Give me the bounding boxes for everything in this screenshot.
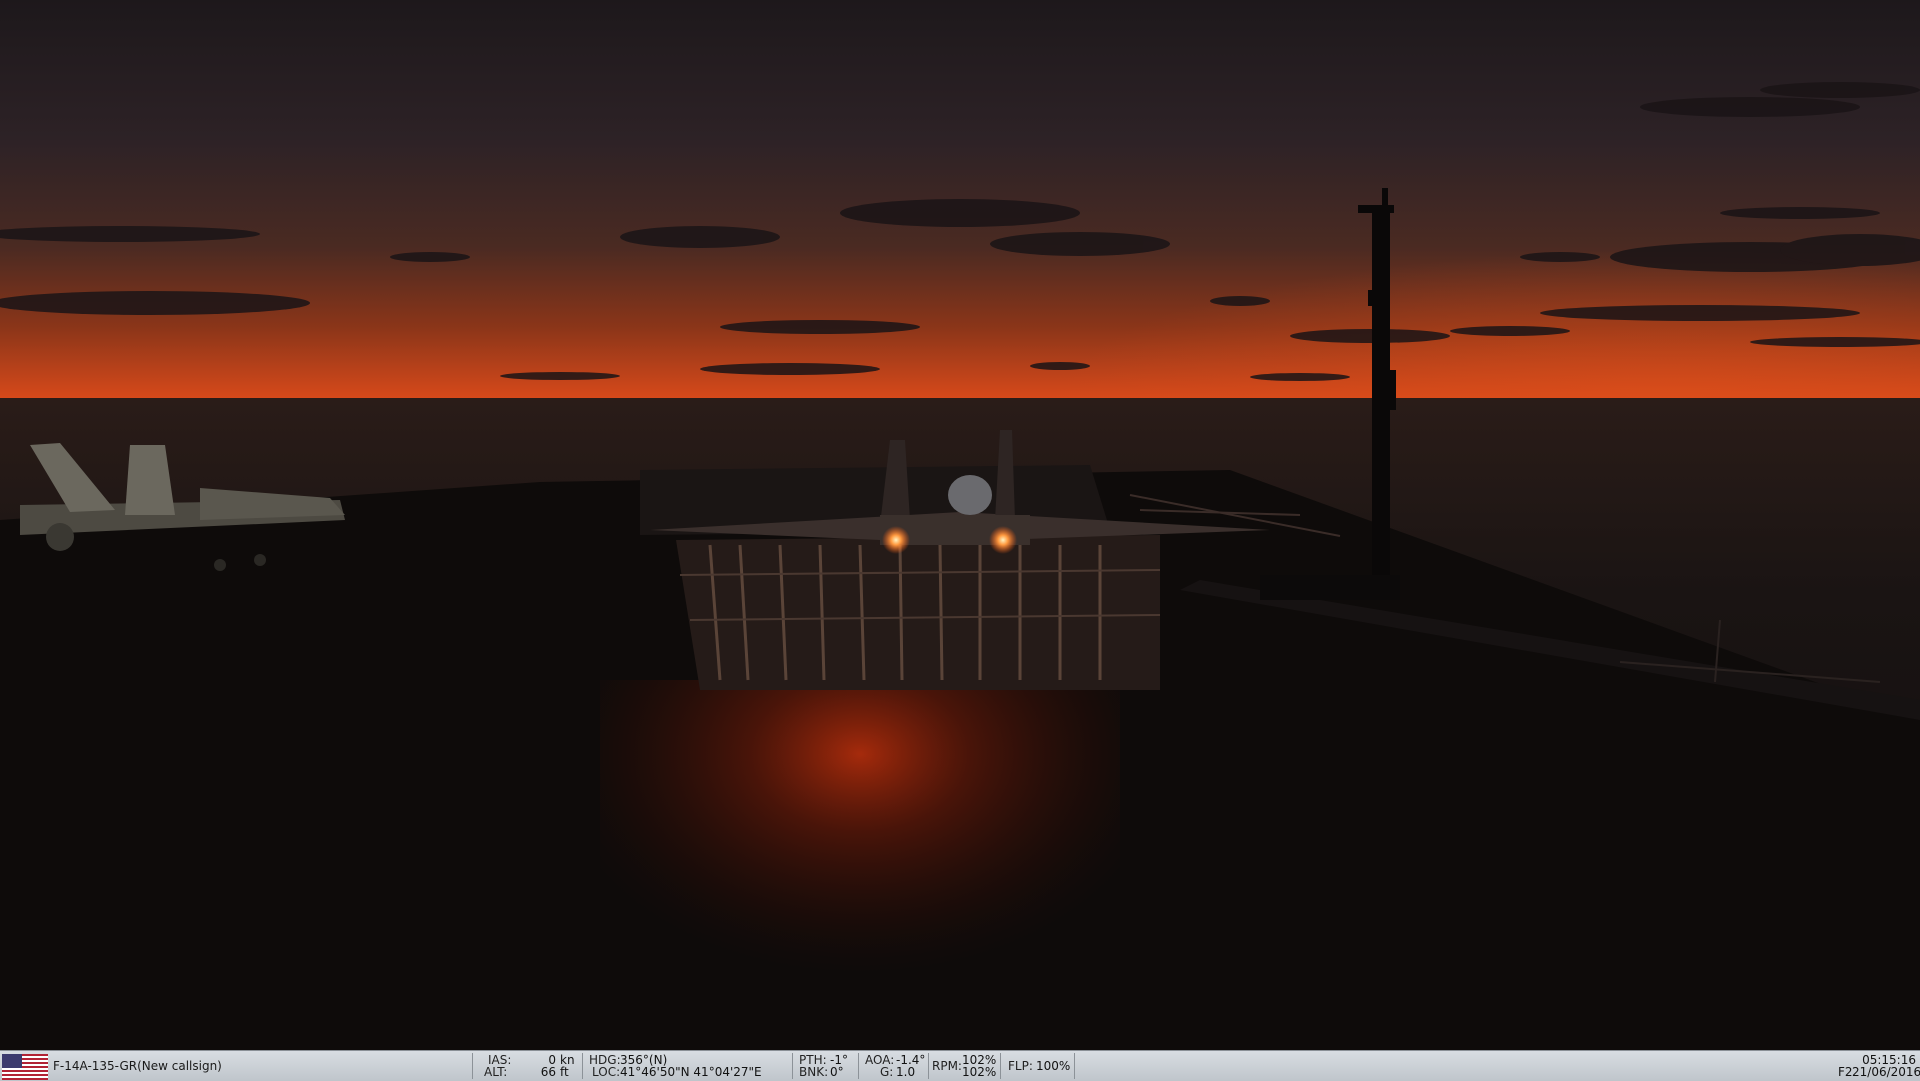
mission-date: 21/06/2016 bbox=[1852, 1065, 1920, 1079]
separator bbox=[858, 1053, 859, 1079]
jet-blast-deflector bbox=[676, 535, 1161, 690]
separator bbox=[1074, 1053, 1075, 1079]
afterburner-reflection bbox=[600, 680, 1120, 1050]
time-date-readout: 05:15:16 F2 21/06/2016 bbox=[1780, 1051, 1920, 1081]
separator bbox=[1000, 1053, 1001, 1079]
flp-value: 100% bbox=[1036, 1059, 1071, 1073]
aoa-g-readout: AOA: -1.4° G: 1.0 bbox=[860, 1051, 928, 1081]
rpm-label: RPM: bbox=[932, 1059, 962, 1073]
bnk-value: 0° bbox=[830, 1065, 844, 1079]
loc-value: 41°46'50"N 41°04'27"E bbox=[620, 1065, 762, 1079]
alt-unit: ft bbox=[560, 1065, 569, 1079]
alt-value: 66 bbox=[540, 1065, 556, 1079]
g-label: G: bbox=[880, 1065, 894, 1079]
separator bbox=[472, 1053, 473, 1079]
separator bbox=[792, 1053, 793, 1079]
view-key: F2 bbox=[1838, 1065, 1853, 1079]
carrier-sunset-scene bbox=[0, 0, 1920, 1050]
g-value: 1.0 bbox=[896, 1065, 916, 1079]
separator bbox=[582, 1053, 583, 1079]
flaps-readout: FLP: 100% bbox=[1002, 1051, 1074, 1081]
speed-altitude-readout: IAS: 0 kn ALT: 66 ft bbox=[474, 1051, 584, 1081]
rpm-readout: RPM: 102% 102% bbox=[930, 1051, 1000, 1081]
rpm-value-right: 102% bbox=[962, 1065, 997, 1079]
loc-label: LOC: bbox=[592, 1065, 621, 1079]
pitch-bank-readout: PTH: -1° BNK: 0° bbox=[794, 1051, 858, 1081]
heading-location-readout: HDG: 356°(N) LOC: 41°46'50"N 41°04'27"E bbox=[584, 1051, 794, 1081]
status-bar: F-14A-135-GR(New callsign) IAS: 0 kn ALT… bbox=[0, 1050, 1920, 1081]
separator bbox=[928, 1053, 929, 1079]
us-flag-icon bbox=[2, 1054, 48, 1080]
alt-label: ALT: bbox=[484, 1065, 508, 1079]
flp-label: FLP: bbox=[1008, 1059, 1033, 1073]
bnk-label: BNK: bbox=[799, 1065, 829, 1079]
unit-name: F-14A-135-GR(New callsign) bbox=[53, 1059, 222, 1073]
game-viewport[interactable] bbox=[0, 0, 1920, 1050]
